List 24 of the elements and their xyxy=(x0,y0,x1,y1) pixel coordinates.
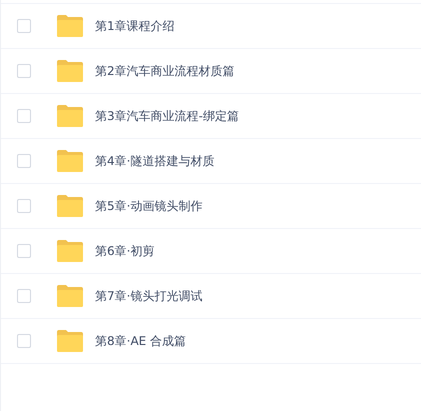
checkbox[interactable] xyxy=(17,109,31,123)
folder-name[interactable]: 第8章·AE 合成篇 xyxy=(95,332,186,350)
folder-icon xyxy=(57,240,83,262)
checkbox[interactable] xyxy=(17,19,31,33)
checkbox[interactable] xyxy=(17,244,31,258)
folder-icon xyxy=(57,150,83,172)
folder-icon xyxy=(57,285,83,307)
folder-name[interactable]: 第6章·初剪 xyxy=(95,242,154,260)
checkbox[interactable] xyxy=(17,289,31,303)
folder-name[interactable]: 第7章·镜头打光调试 xyxy=(95,288,202,304)
folder-icon xyxy=(57,330,83,352)
folder-name[interactable]: 第1章课程介绍 xyxy=(95,18,175,34)
folder-icon xyxy=(57,15,83,37)
folder-name[interactable]: 第2章汽车商业流程材质篇 xyxy=(95,62,235,80)
folder-icon xyxy=(57,105,83,127)
folder-name[interactable]: 第5章·动画镜头制作 xyxy=(95,198,202,214)
checkbox[interactable] xyxy=(17,334,31,348)
checkbox[interactable] xyxy=(17,64,31,78)
folder-name[interactable]: 第4章·隧道搭建与材质 xyxy=(95,152,214,170)
folder-name[interactable]: 第3章汽车商业流程-绑定篇 xyxy=(95,108,239,124)
checkbox[interactable] xyxy=(17,154,31,168)
folder-icon xyxy=(57,60,83,82)
checkbox[interactable] xyxy=(17,199,31,213)
folder-icon xyxy=(57,195,83,217)
